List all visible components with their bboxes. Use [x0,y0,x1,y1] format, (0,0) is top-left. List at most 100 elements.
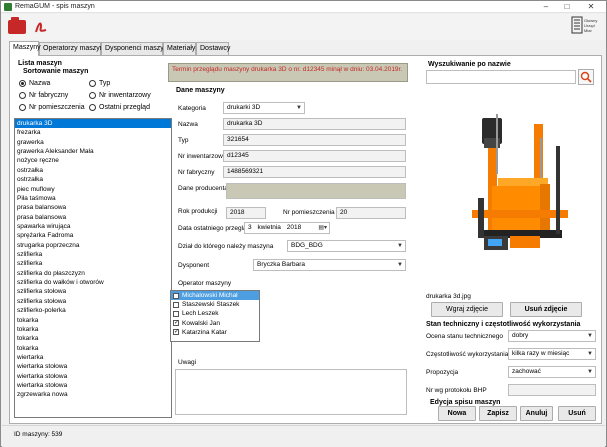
close-button[interactable]: ✕ [581,1,601,12]
machine-list-item[interactable]: wiertarka stołowa [15,362,171,371]
kategoria-label: Kategoria [178,105,206,112]
machine-list-item[interactable]: szlifierka [15,250,171,259]
nazwa-field[interactable]: drukarka 3D [223,118,406,130]
rok-produkcji-label: Rok produkcji [178,208,218,215]
operator-checklist[interactable]: Michalowski Michał Staszewski Staszek Le… [170,290,260,342]
delete-button[interactable]: Usuń [558,406,596,421]
operator-item[interactable]: ✓ Kowalski Jan [171,319,259,328]
search-title: Wyszukiwanie po nazwie [428,61,511,68]
machine-list-item[interactable]: ostrzałka [15,175,171,184]
dzial-select[interactable]: BDG_BDG ▼ [287,240,406,252]
czestotliwosc-select[interactable]: kilka razy w miesiąc ▼ [508,348,596,360]
machine-list-item[interactable]: nożyce ręczne [15,156,171,165]
nr-pomieszczenia-field[interactable]: 20 [336,207,406,219]
sort-radio-nr-inwentarzowy[interactable]: Nr inwentarzowy [89,92,151,99]
sort-radio-nr-pomieszczenia[interactable]: Nr pomieszczenia [19,104,85,111]
machine-list-item[interactable]: wiertarka stołowa [15,372,171,381]
ocena-select[interactable]: dobry ▼ [508,330,596,342]
sort-radio-nazwa[interactable]: Nazwa [19,80,50,87]
radio-label: Nazwa [29,80,51,87]
nazwa-label: Nazwa [178,121,198,128]
machine-list-item[interactable]: prasa balansowa [15,213,171,222]
machine-list-item[interactable]: wiertarka stołowa [15,381,171,390]
search-button[interactable] [578,69,594,85]
sort-radio-ostatni-przeglad[interactable]: Ostatni przegląd [89,104,150,111]
cancel-button[interactable]: Anuluj [520,406,553,421]
dysponent-label: Dysponent [178,262,210,269]
machine-list-item[interactable]: prasa balansowa [15,203,171,212]
uwagi-label: Uwagi [178,359,197,366]
operator-item[interactable]: ✓ Katarzina Katar [171,328,259,337]
machine-list-item[interactable]: sprężarka Fadroma [15,231,171,240]
maximize-button[interactable]: □ [557,1,577,12]
typ-field[interactable]: 321654 [223,134,406,146]
producent-field[interactable] [226,183,406,199]
operator-item[interactable]: Lech Leszek [171,309,259,318]
czestotliwosc-value: kilka razy w miesiąc [512,350,570,357]
tab-operatorzy[interactable]: Operatorzy maszyn [39,42,104,55]
machine-list-item[interactable]: szlifierka do wałków i otworów [15,278,171,287]
radio-icon [89,80,96,87]
machine-list-item[interactable]: ostrzałka [15,166,171,175]
dzial-label: Dział do którego należy maszyna [178,243,274,250]
machine-list-item[interactable]: grawerka [15,138,171,147]
operator-item[interactable]: Staszewski Staszek [171,300,259,309]
nr-pomieszczenia-label: Nr pomieszczenia [283,209,335,216]
chevron-down-icon: ▼ [587,333,593,339]
machine-list-item[interactable]: grawerka Aleksander Mała [15,147,171,156]
machine-list-item[interactable]: szlifierka do płaszczyzn [15,269,171,278]
machine-list-item[interactable]: tokarka [15,325,171,334]
propozycja-select[interactable]: zachować ▼ [508,366,596,378]
calendar-icon: ▤▾ [318,225,327,231]
sort-radio-typ[interactable]: Typ [89,80,110,87]
machine-list-item[interactable]: szlifierka [15,259,171,268]
radio-icon [19,104,26,111]
machine-list-item[interactable]: spawarka wirująca [15,222,171,231]
nr-inwentarzowy-field[interactable]: d12345 [223,150,406,162]
machine-list-item[interactable]: Piła taśmowa [15,194,171,203]
status-bar: ID maszyny: 539 [2,425,605,447]
machine-list-item[interactable]: wiertarka [15,353,171,362]
sort-radio-nr-fabryczny[interactable]: Nr fabryczny [19,92,68,99]
tab-maszyny[interactable]: Maszyny [9,41,41,56]
tab-materialy[interactable]: Materiały [163,42,196,55]
machine-list-item[interactable]: tokarka [15,316,171,325]
machine-list-item[interactable]: zgrzewarka nowa [15,390,171,399]
machine-list-item[interactable]: strugarka poprzeczna [15,241,171,250]
radio-label: Typ [99,80,111,87]
tab-dostawcy[interactable]: Dostawcy [196,42,230,55]
tab-dysponenci[interactable]: Dysponenci maszyn [101,42,168,55]
pdf-icon[interactable] [32,18,52,38]
machine-list[interactable]: drukarka 3D frezarka grawerka grawerka Alek… [14,118,172,418]
operator-item[interactable]: Michalowski Michał [171,291,259,301]
bhp-field[interactable] [508,384,596,396]
nr-fabryczny-field[interactable]: 1488569321 [223,166,406,178]
new-machine-button[interactable]: Nowa [438,406,476,421]
data-przegladu-picker[interactable]: 3 kwietnia 2018 ▤▾ [244,222,330,234]
machine-list-item[interactable]: frezarka [15,128,171,137]
kategoria-select[interactable]: drukarki 3D ▼ [223,102,305,114]
machine-list-item[interactable]: drukarka 3D [15,119,171,129]
logo-text: Miar [584,28,592,33]
machine-list-item[interactable]: piec muflowy [15,185,171,194]
uwagi-textarea[interactable] [175,369,407,415]
chevron-down-icon: ▼ [397,262,403,268]
app-icon [4,3,12,11]
machine-list-item[interactable]: tokarka [15,334,171,343]
machine-list-item[interactable]: tokarka [15,344,171,353]
machine-list-item[interactable]: szlifierka stołowa [15,287,171,296]
save-button[interactable]: Zapisz [479,406,517,421]
data-przegladu-label: Data ostatniego przeglądu [178,225,254,232]
ocena-label: Ocena stanu technicznego [426,333,503,340]
machine-list-item[interactable]: szlifierko-polerka [15,306,171,315]
radio-label: Nr inwentarzowy [99,92,151,99]
search-input[interactable] [426,70,576,84]
machine-list-item[interactable]: szlifierka stołowa [15,297,171,306]
upload-photo-button[interactable]: Wgraj zdjęcie [431,302,503,317]
rok-produkcji-field[interactable]: 2018 [226,207,266,219]
dysponent-select[interactable]: Bryczka Barbara ▼ [253,259,406,271]
minimize-button[interactable]: – [536,1,556,12]
folder-icon[interactable] [8,17,26,34]
remove-photo-button[interactable]: Usuń zdjęcie [510,302,582,317]
dysponent-value: Bryczka Barbara [257,261,306,268]
